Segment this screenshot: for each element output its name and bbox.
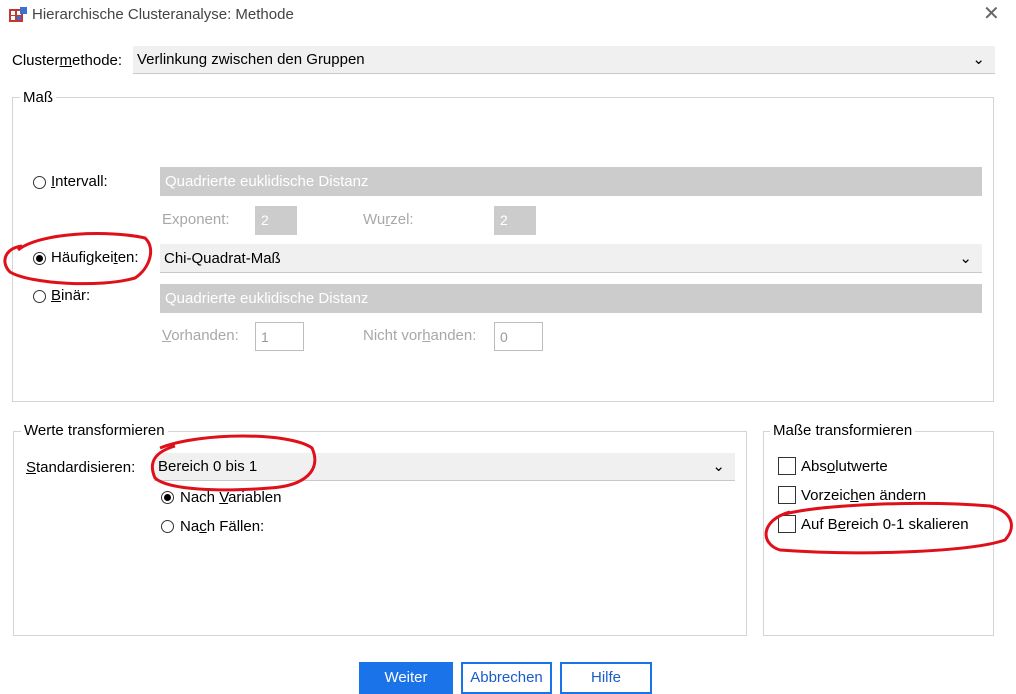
absolute-values-label: Absolutwerte: [801, 458, 888, 475]
root-label: Wurzel:: [363, 211, 414, 228]
transform-values-legend: Werte transformieren: [21, 422, 168, 439]
absent-label: Nicht vorhanden:: [363, 327, 477, 344]
frequencies-radio[interactable]: [33, 252, 46, 265]
change-sign-checkbox[interactable]: [778, 486, 796, 504]
exponent-label: Exponent:: [162, 211, 230, 228]
interval-measure-field: Quadrierte euklidische Distanz: [160, 167, 982, 196]
help-button[interactable]: Hilfe: [560, 662, 652, 694]
present-label: Vorhanden:: [162, 327, 239, 344]
by-cases-radio[interactable]: [161, 520, 174, 533]
by-variables-radio[interactable]: [161, 491, 174, 504]
cluster-method-value: Verlinkung zwischen den Gruppen: [137, 51, 365, 68]
transform-measures-legend: Maße transformieren: [770, 422, 916, 439]
change-sign-label: Vorzeichen ändern: [801, 487, 927, 504]
close-icon[interactable]: ✕: [983, 3, 1000, 25]
interval-radio[interactable]: [33, 176, 46, 189]
chevron-down-icon: ⌄: [959, 250, 972, 267]
binary-radio[interactable]: [33, 290, 46, 303]
measure-legend: Maß: [20, 89, 56, 106]
binary-measure-field: Quadrierte euklidische Distanz: [160, 284, 982, 313]
standardize-label: Standardisieren:: [26, 459, 136, 476]
standardize-dropdown[interactable]: Bereich 0 bis 1 ⌄: [154, 453, 735, 481]
rescale-label: Auf Bereich 0-1 skalieren: [801, 516, 969, 533]
standardize-value: Bereich 0 bis 1: [158, 458, 258, 475]
binary-label: Binär:: [51, 287, 91, 304]
frequencies-measure-value: Chi-Quadrat-Maß: [164, 250, 281, 267]
rescale-checkbox[interactable]: [778, 515, 796, 533]
frequencies-measure-dropdown[interactable]: Chi-Quadrat-Maß ⌄: [160, 244, 982, 273]
cancel-button[interactable]: Abbrechen: [461, 662, 552, 694]
interval-label: Intervall:: [51, 173, 108, 190]
by-variables-label: Nach Variablen: [180, 489, 282, 506]
cluster-method-label: Clustermethode:: [12, 52, 123, 69]
chevron-down-icon: ⌄: [972, 51, 985, 68]
present-field: 1: [255, 322, 304, 351]
frequencies-label: Häufigkeiten:: [51, 249, 139, 266]
window-title: Hierarchische Clusteranalyse: Methode: [32, 6, 294, 23]
exponent-field: 2: [255, 206, 297, 235]
absent-field: 0: [494, 322, 543, 351]
cluster-method-dropdown[interactable]: Verlinkung zwischen den Gruppen ⌄: [133, 46, 995, 74]
root-field: 2: [494, 206, 536, 235]
app-icon: [8, 6, 28, 24]
by-cases-label: Nach Fällen:: [180, 518, 265, 535]
absolute-values-checkbox[interactable]: [778, 457, 796, 475]
chevron-down-icon: ⌄: [712, 458, 725, 475]
continue-button[interactable]: Weiter: [359, 662, 453, 694]
